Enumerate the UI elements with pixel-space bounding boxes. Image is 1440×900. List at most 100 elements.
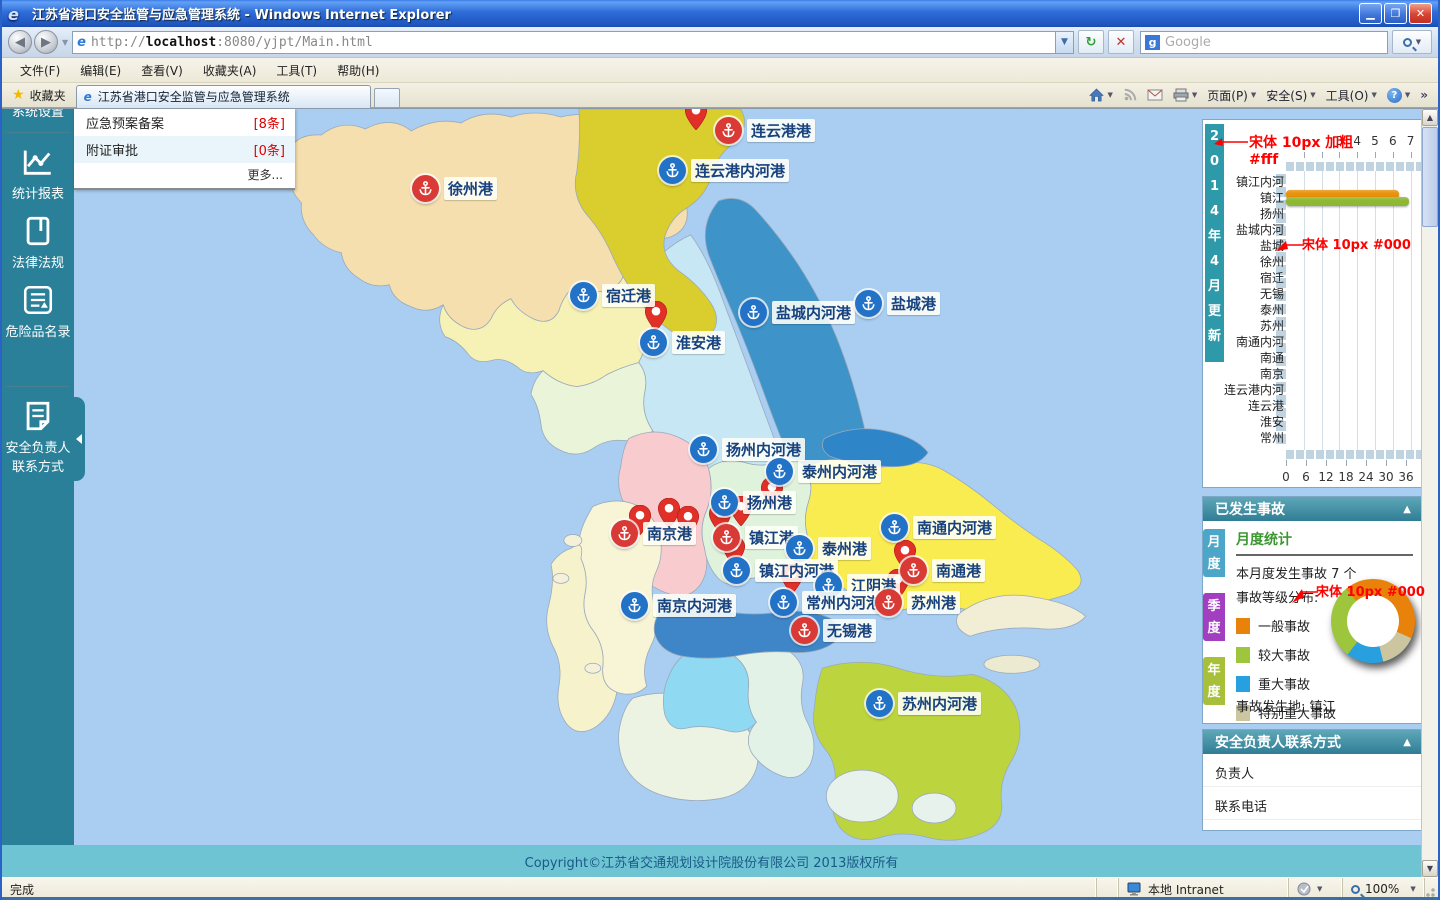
anchor-icon (611, 520, 638, 547)
port-marker[interactable]: 苏州港 (875, 589, 961, 616)
title-bar: e 江苏省港口安全监管与应急管理系统 - Windows Internet Ex… (2, 0, 1438, 27)
sidebar-item-3[interactable]: 法律法规 (2, 208, 74, 277)
period-tab-1[interactable]: 月度 (1203, 529, 1225, 577)
spec-annotation-chart: 宋体 10px #000 (1302, 238, 1411, 253)
page-content: 连云港港 连云港内河港 徐州港 宿迁港 淮安港 盐城内河港 盐城港 扬州内河港 泰州内河港 扬州港… (2, 108, 1438, 877)
star-icon: ★ (12, 87, 25, 103)
page-menu-button[interactable]: 页面(P) ▼ (1207, 87, 1256, 104)
bottom-axis-label: 36 (1398, 470, 1414, 484)
port-marker[interactable]: 宿迁港 (570, 282, 656, 309)
bottom-axis-tick (1386, 460, 1387, 466)
bottom-axis-tick (1286, 460, 1287, 466)
search-button[interactable]: ▼ (1392, 30, 1432, 54)
port-marker[interactable]: 连云港港 (715, 117, 816, 144)
port-marker[interactable]: 淮安港 (640, 329, 726, 356)
help-button[interactable]: ? ▼ (1386, 87, 1410, 103)
search-input[interactable]: g Google (1140, 30, 1388, 54)
tabs-bar: ★ 收藏夹 e 江苏省港口安全监管与应急管理系统 ▼ ▼ 页面(P) ▼ 安全(S… (2, 83, 1438, 108)
gridline (1410, 162, 1412, 450)
port-marker[interactable]: 南京港 (611, 520, 697, 547)
menu-bar: 文件(F) 编辑(E) 查看(V) 收藏夹(A) 工具(T) 帮助(H) (2, 58, 1438, 83)
sidebar-item-4[interactable]: 危险品名录 (2, 277, 74, 346)
accident-panel: 已发生事故 ▲ 月度季度年度 月度统计 本月度发生事故 7 个 事故等级分布: … (1202, 496, 1424, 724)
port-marker[interactable]: 泰州内河港 (766, 458, 882, 485)
port-marker[interactable]: 盐城港 (855, 290, 941, 317)
tools-menu-button[interactable]: 工具(O) ▼ (1326, 87, 1377, 104)
book-icon (21, 214, 55, 248)
port-marker[interactable]: 苏州内河港 (866, 690, 982, 717)
chart-category-label: 连云港 (1247, 399, 1284, 413)
port-marker[interactable]: 徐州港 (412, 175, 498, 202)
chart-category-label: 常州 (1259, 431, 1284, 445)
port-marker[interactable]: 连云港内河港 (659, 157, 790, 184)
mail-button[interactable] (1147, 89, 1163, 101)
sidebar-collapse-flap[interactable] (72, 397, 85, 481)
port-marker[interactable]: 南通内河港 (881, 514, 997, 541)
sidebar-item-2[interactable]: 统计报表 (2, 139, 74, 208)
sidebar-item-1[interactable]: 系统设置 (2, 109, 74, 126)
collapse-up-icon[interactable]: ▲ (1403, 504, 1411, 515)
stop-button[interactable]: ✕ (1108, 30, 1134, 54)
refresh-button[interactable]: ↻ (1078, 30, 1104, 54)
port-marker[interactable]: 南通港 (900, 557, 986, 584)
print-button[interactable]: ▼ (1173, 88, 1197, 102)
anchor-icon (690, 436, 717, 463)
safety-menu-button[interactable]: 安全(S) ▼ (1266, 87, 1315, 104)
accident-panel-header[interactable]: 已发生事故 ▲ (1203, 497, 1423, 521)
url-field[interactable]: e http://localhost:8080/yjpt/Main.html (72, 30, 1056, 54)
menu-item-2[interactable]: 查看(V) (131, 59, 193, 82)
anchor-icon (740, 299, 767, 326)
overflow-chevron[interactable]: » (1420, 88, 1428, 102)
scroll-up-button[interactable]: ▲ (1422, 109, 1438, 126)
legend-label: 重大事故 (1258, 678, 1311, 693)
forward-button[interactable]: ▶ (34, 30, 58, 54)
quick-row-label: 附证审批 (86, 144, 139, 159)
tab-page-icon: e (83, 89, 92, 104)
tab-active[interactable]: e 江苏省港口安全监管与应急管理系统 (75, 84, 371, 108)
favorites-button[interactable]: ★ 收藏夹 (2, 87, 76, 104)
anchor-icon (881, 514, 908, 541)
url-dropdown[interactable]: ▼ (1056, 30, 1074, 54)
nav-history-dropdown[interactable]: ▼ (62, 38, 68, 47)
new-tab-button[interactable] (373, 87, 400, 107)
chart-category-label: 南京 (1259, 367, 1284, 381)
rss-button[interactable] (1123, 88, 1137, 102)
sidebar-item-5[interactable]: 安全负责人 联系方式 (2, 393, 74, 481)
legend-swatch (1236, 646, 1250, 663)
menu-item-0[interactable]: 文件(F) (10, 59, 70, 82)
vertical-scrollbar[interactable]: ▲ ▼ (1421, 109, 1438, 877)
restore-button[interactable]: ❐ (1384, 3, 1407, 24)
browser-window: e 江苏省港口安全监管与应急管理系统 - Windows Internet Ex… (0, 0, 1440, 900)
port-marker[interactable]: 盐城内河港 (740, 299, 856, 326)
port-marker[interactable]: 扬州港 (711, 489, 797, 516)
close-button[interactable]: ✕ (1409, 3, 1432, 24)
anchor-icon (412, 175, 439, 202)
chart-category-label: 泰州 (1259, 303, 1284, 317)
more-link[interactable]: 更多... (74, 163, 295, 188)
back-button[interactable]: ◀ (8, 30, 32, 54)
menu-item-1[interactable]: 编辑(E) (70, 59, 131, 82)
menu-item-5[interactable]: 帮助(H) (327, 59, 389, 82)
collapse-up-icon[interactable]: ▲ (1403, 737, 1411, 748)
map-pin-icon[interactable] (684, 109, 708, 131)
port-marker[interactable]: 南京内河港 (621, 592, 737, 619)
minimize-button[interactable]: ▁ (1359, 3, 1382, 24)
menu-item-3[interactable]: 收藏夹(A) (193, 59, 267, 82)
home-button[interactable]: ▼ (1089, 88, 1113, 102)
scroll-thumb[interactable] (1422, 127, 1438, 227)
bottom-axis-label: 12 (1318, 470, 1334, 484)
sidebar-item-label: 安全负责人 联系方式 (5, 441, 71, 475)
scroll-down-button[interactable]: ▼ (1422, 860, 1438, 877)
chart-category-label: 镇江 (1259, 191, 1284, 205)
contact-panel-header[interactable]: 安全负责人联系方式 ▲ (1203, 730, 1423, 754)
quick-panel-row[interactable]: 附证审批 [0条] (74, 136, 295, 163)
period-tab-2[interactable]: 季度 (1203, 593, 1225, 641)
quick-panel-row[interactable]: 应急预案备案 [8条] (74, 109, 295, 136)
google-icon: g (1145, 34, 1160, 50)
port-marker[interactable]: 无锡港 (791, 617, 877, 644)
chart-category-label: 宿迁 (1259, 271, 1284, 285)
port-marker[interactable]: 常州内河港 (770, 589, 886, 616)
top-axis-label: 4 (1353, 134, 1362, 148)
period-tab-3[interactable]: 年度 (1203, 657, 1225, 705)
menu-item-4[interactable]: 工具(T) (266, 59, 327, 82)
